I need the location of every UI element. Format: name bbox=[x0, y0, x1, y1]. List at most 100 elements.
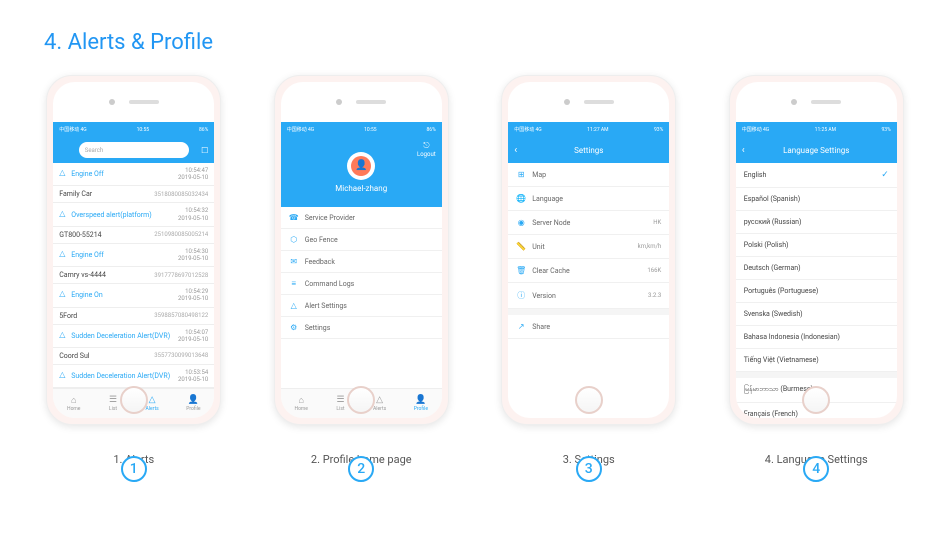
warning-icon bbox=[59, 291, 67, 299]
tab-icon: △ bbox=[375, 395, 385, 405]
menu-row[interactable]: △Alert Settings bbox=[281, 295, 442, 317]
badge-4: 4 bbox=[803, 456, 829, 482]
warning-icon bbox=[59, 332, 67, 340]
settings-icon: 📏 bbox=[516, 242, 526, 251]
home-button[interactable] bbox=[347, 386, 375, 414]
language-row[interactable]: Deutsch (German) bbox=[736, 257, 897, 280]
language-row[interactable]: Português (Portuguese) bbox=[736, 280, 897, 303]
check-icon: ✓ bbox=[881, 170, 889, 180]
badge-2: 2 bbox=[348, 456, 374, 482]
language-list: English✓Español (Spanish)русский (Russia… bbox=[736, 163, 897, 418]
language-row[interactable]: Polski (Polish) bbox=[736, 234, 897, 257]
badge-3: 3 bbox=[576, 456, 602, 482]
settings-row[interactable]: 🗑Clear Cache166K bbox=[508, 259, 669, 283]
status-bar: 中国移动 4G10:5586% bbox=[281, 122, 442, 137]
alert-device-row: Camry vs-44443917778697012528 bbox=[53, 267, 214, 284]
language-row[interactable]: Bahasa Indonesia (Indonesian) bbox=[736, 326, 897, 349]
alert-row[interactable]: Engine Off10:54:472019-05-10 bbox=[53, 163, 214, 186]
menu-icon: △ bbox=[289, 301, 299, 310]
settings-icon: ⓘ bbox=[516, 290, 526, 301]
tab-icon: △ bbox=[147, 395, 157, 405]
alert-row[interactable]: Sudden Deceleration Alert(DVR)10:54:0720… bbox=[53, 325, 214, 348]
status-bar: 中国移动 4G11:27 AM93% bbox=[508, 122, 669, 137]
tab-icon: ☰ bbox=[108, 395, 118, 405]
menu-row[interactable]: ≡Command Logs bbox=[281, 273, 442, 295]
menu-row[interactable]: ⬡Geo Fence bbox=[281, 229, 442, 251]
settings-row[interactable]: ↗Share bbox=[508, 315, 669, 339]
tab-icon: 👤 bbox=[188, 395, 198, 405]
menu-row[interactable]: ⚙Settings bbox=[281, 317, 442, 339]
tab-icon: 👤 bbox=[416, 395, 426, 405]
phone-alerts: 中国移动 4G10:5586% Search ☐ Engine Off10:54… bbox=[46, 75, 221, 466]
back-icon[interactable]: ‹ bbox=[514, 145, 517, 156]
tab-list[interactable]: ☰List bbox=[108, 395, 118, 412]
settings-row[interactable]: 📏Unitkm,km/h bbox=[508, 235, 669, 259]
alert-row[interactable]: Overspeed alert(platform)10:54:322019-05… bbox=[53, 203, 214, 226]
alert-device-row: GT800-552142510980085005214 bbox=[53, 227, 214, 244]
settings-icon: 🗑 bbox=[516, 266, 526, 275]
language-row[interactable]: Tiếng Việt (Vietnamese) bbox=[736, 349, 897, 372]
menu-icon: ⚙ bbox=[289, 323, 299, 332]
badge-1: 1 bbox=[121, 456, 147, 482]
language-row[interactable]: русский (Russian) bbox=[736, 211, 897, 234]
profile-menu: ☎Service Provider⬡Geo Fence✉Feedback≡Com… bbox=[281, 207, 442, 388]
settings-icon: ⊞ bbox=[516, 170, 526, 179]
menu-icon: ≡ bbox=[289, 279, 299, 288]
menu-icon: ⬡ bbox=[289, 235, 299, 244]
phone-row: 中国移动 4G10:5586% Search ☐ Engine Off10:54… bbox=[0, 55, 950, 466]
alert-row[interactable]: Sudden Deceleration Alert(DVR)10:53:5420… bbox=[53, 365, 214, 388]
tab-icon: ⌂ bbox=[69, 395, 79, 405]
tab-home[interactable]: ⌂Home bbox=[67, 395, 80, 412]
logout-button[interactable]: ⎋ Logout bbox=[417, 141, 436, 158]
warning-icon bbox=[59, 170, 67, 178]
menu-icon: ☎ bbox=[289, 213, 299, 222]
username: Michael-zhang bbox=[335, 184, 387, 193]
settings-row[interactable]: ⓘVersion3.2.3 bbox=[508, 283, 669, 309]
back-icon[interactable]: ‹ bbox=[742, 145, 745, 156]
settings-header: ‹ Settings bbox=[508, 137, 669, 163]
page-title: 4. Alerts & Profile bbox=[0, 0, 950, 55]
menu-row[interactable]: ☎Service Provider bbox=[281, 207, 442, 229]
language-row[interactable]: Español (Spanish) bbox=[736, 188, 897, 211]
alert-row[interactable]: Engine On10:54:292019-05-10 bbox=[53, 284, 214, 307]
home-button[interactable] bbox=[802, 386, 830, 414]
tab-list[interactable]: ☰List bbox=[335, 395, 345, 412]
settings-icon: ↗ bbox=[516, 322, 526, 331]
phone-settings: 中国移动 4G11:27 AM93% ‹ Settings ⊞Map🌐Langu… bbox=[501, 75, 676, 466]
settings-row[interactable]: 🌐Language bbox=[508, 187, 669, 211]
warning-icon bbox=[59, 372, 67, 380]
alerts-header: Search ☐ bbox=[53, 137, 214, 163]
alert-row[interactable]: Engine Off10:54:302019-05-10 bbox=[53, 244, 214, 267]
warning-icon bbox=[59, 211, 67, 219]
avatar[interactable]: 👤 bbox=[347, 152, 375, 180]
settings-icon: 🌐 bbox=[516, 194, 526, 203]
settings-icon: ◉ bbox=[516, 218, 526, 227]
tab-profile[interactable]: 👤Profile bbox=[186, 395, 200, 412]
home-button[interactable] bbox=[120, 386, 148, 414]
status-bar: 中国移动 4G10:5586% bbox=[53, 122, 214, 137]
menu-row[interactable]: ✉Feedback bbox=[281, 251, 442, 273]
tab-icon: ☰ bbox=[335, 395, 345, 405]
warning-icon bbox=[59, 251, 67, 259]
language-header: ‹ Language Settings bbox=[736, 137, 897, 163]
settings-row[interactable]: ◉Server NodeHK bbox=[508, 211, 669, 235]
phone-language: 中国移动 4G11:25 AM93% ‹ Language Settings E… bbox=[729, 75, 904, 466]
tab-icon: ⌂ bbox=[296, 395, 306, 405]
phone-profile: 中国移动 4G10:5586% ⎋ Logout 👤 Michael-zhang… bbox=[274, 75, 449, 466]
tab-home[interactable]: ⌂Home bbox=[295, 395, 308, 412]
search-input[interactable]: Search bbox=[79, 142, 189, 158]
menu-icon: ✉ bbox=[289, 257, 299, 266]
profile-hero: ⎋ Logout 👤 Michael-zhang bbox=[281, 137, 442, 207]
settings-row[interactable]: ⊞Map bbox=[508, 163, 669, 187]
status-bar: 中国移动 4G11:25 AM93% bbox=[736, 122, 897, 137]
language-row[interactable]: Svenska (Swedish) bbox=[736, 303, 897, 326]
calendar-icon[interactable]: ☐ bbox=[201, 146, 208, 155]
language-row[interactable]: English✓ bbox=[736, 163, 897, 188]
tab-profile[interactable]: 👤Profile bbox=[414, 395, 428, 412]
alert-device-row: 5Ford3598857080498122 bbox=[53, 308, 214, 325]
alert-device-row: Family Car3518080085032434 bbox=[53, 186, 214, 203]
settings-list: ⊞Map🌐Language◉Server NodeHK📏Unitkm,km/h🗑… bbox=[508, 163, 669, 418]
alert-device-row: Coord Sul3557730099013648 bbox=[53, 348, 214, 365]
alerts-list: Engine Off10:54:472019-05-10Family Car35… bbox=[53, 163, 214, 388]
home-button[interactable] bbox=[575, 386, 603, 414]
